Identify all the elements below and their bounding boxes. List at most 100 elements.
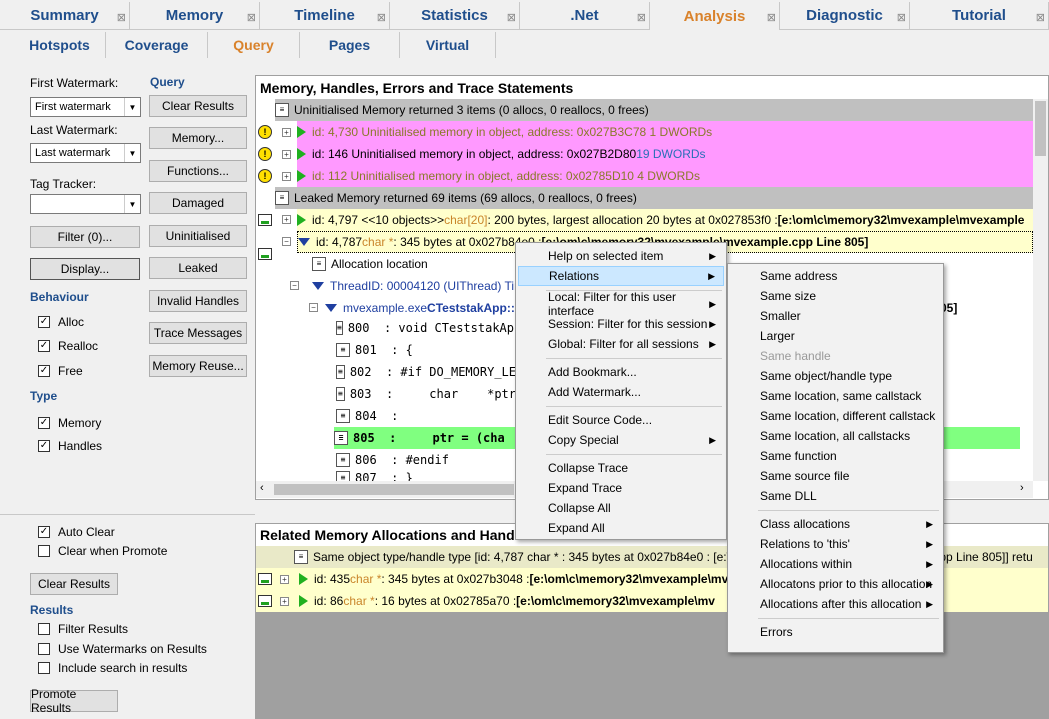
scroll-right-icon[interactable]: › <box>1020 482 1024 494</box>
expand-icon[interactable]: + <box>282 128 291 137</box>
menu-item-collapse-trace[interactable]: Collapse Trace <box>518 458 724 478</box>
code-line[interactable]: ≡ 801 : { <box>336 339 516 361</box>
code-line[interactable]: ≡ 804 : <box>336 405 516 427</box>
menu-item-expand-trace[interactable]: Expand Trace <box>518 478 724 498</box>
tab-dotnet[interactable]: .Net ⊠ <box>520 2 650 30</box>
auto-clear-checkbox[interactable]: ✓ Auto Clear <box>38 525 115 539</box>
menu-item-local-filter[interactable]: Local: Filter for this user interface ▶ <box>518 290 724 318</box>
collapse-icon[interactable]: − <box>290 281 299 290</box>
subtab-pages[interactable]: Pages <box>300 32 400 58</box>
close-icon[interactable]: ⊠ <box>637 11 646 24</box>
menu-item-same-size[interactable]: Same size <box>730 286 941 306</box>
menu-item-same-source-file[interactable]: Same source file <box>730 466 941 486</box>
uninit-group-header[interactable]: ≡ Uninitialised Memory returned 3 items (… <box>275 99 1033 121</box>
clear-when-promote-checkbox[interactable]: Clear when Promote <box>38 544 167 558</box>
trace-messages-query-button[interactable]: Trace Messages <box>149 322 247 344</box>
close-icon[interactable]: ⊠ <box>1036 11 1045 24</box>
memory-checkbox[interactable]: ✓ Memory <box>38 416 101 430</box>
scroll-left-icon[interactable]: ‹ <box>260 482 264 494</box>
table-row[interactable]: id: 146 Uninitialised memory in object, … <box>297 143 1033 165</box>
tab-memory[interactable]: Memory ⊠ <box>130 2 260 30</box>
menu-item-relations[interactable]: Relations ▶ <box>518 266 724 286</box>
expand-icon[interactable]: + <box>280 596 289 606</box>
close-icon[interactable]: ⊠ <box>507 11 516 24</box>
close-icon[interactable]: ⊠ <box>117 11 126 24</box>
handles-checkbox[interactable]: ✓ Handles <box>38 439 102 453</box>
code-line[interactable]: ≡ 800 : void CTeststakApp <box>336 317 516 339</box>
menu-item-add-bookmark[interactable]: Add Bookmark... <box>518 362 724 382</box>
menu-item-same-function[interactable]: Same function <box>730 446 941 466</box>
close-icon[interactable]: ⊠ <box>377 11 386 24</box>
collapse-icon[interactable]: − <box>282 237 291 246</box>
menu-item-same-address[interactable]: Same address <box>730 266 941 286</box>
tab-analysis[interactable]: Analysis ⊠ <box>650 2 780 30</box>
menu-item-same-location-different-callstack[interactable]: Same location, different callstack <box>730 406 941 426</box>
subtab-virtual[interactable]: Virtual <box>400 32 496 58</box>
vertical-scrollbar[interactable] <box>1033 99 1048 481</box>
table-row[interactable]: id: 4,797 <<10 objects>> char[20] : 200 … <box>297 209 1033 231</box>
leaked-query-button[interactable]: Leaked <box>149 257 247 279</box>
code-line[interactable]: ≡ 807 : } <box>336 471 516 481</box>
stack-frame[interactable]: mvexample.exe CTeststakApp::c <box>325 297 515 319</box>
menu-item-collapse-all[interactable]: Collapse All <box>518 498 724 518</box>
menu-item-add-watermark[interactable]: Add Watermark... <box>518 382 724 402</box>
functions-query-button[interactable]: Functions... <box>149 160 247 182</box>
memory-reuse-query-button[interactable]: Memory Reuse... <box>149 355 247 377</box>
allocation-location[interactable]: ≡ Allocation location <box>312 253 512 275</box>
expand-icon[interactable]: + <box>282 172 291 181</box>
menu-item-help[interactable]: Help on selected item ▶ <box>518 246 724 266</box>
code-line[interactable]: ≡ 802 : #if DO_MEMORY_LE <box>336 361 516 383</box>
close-icon[interactable]: ⊠ <box>247 11 256 24</box>
tab-diagnostic[interactable]: Diagnostic ⊠ <box>780 2 910 30</box>
include-search-checkbox[interactable]: Include search in results <box>38 661 187 675</box>
subtab-hotspots[interactable]: Hotspots <box>14 32 106 58</box>
clear-results-query-button[interactable]: Clear Results <box>149 95 247 117</box>
menu-item-same-location-same-callstack[interactable]: Same location, same callstack <box>730 386 941 406</box>
menu-item-global-filter[interactable]: Global: Filter for all sessions ▶ <box>518 334 724 354</box>
menu-item-edit-source[interactable]: Edit Source Code... <box>518 410 724 430</box>
scroll-thumb[interactable] <box>1035 101 1046 156</box>
close-icon[interactable]: ⊠ <box>897 11 906 24</box>
menu-item-copy-special[interactable]: Copy Special ▶ <box>518 430 724 450</box>
menu-item-relations-to-this[interactable]: Relations to 'this' ▶ <box>730 534 941 554</box>
subtab-query[interactable]: Query <box>208 32 300 58</box>
menu-item-allocations-within[interactable]: Allocations within ▶ <box>730 554 941 574</box>
menu-item-smaller[interactable]: Smaller <box>730 306 941 326</box>
leak-group-header[interactable]: ≡ Leaked Memory returned 69 items (69 all… <box>275 187 1033 209</box>
menu-item-errors[interactable]: Errors <box>730 622 941 642</box>
menu-item-allocations-after[interactable]: Allocations after this allocation ▶ <box>730 594 941 614</box>
subtab-coverage[interactable]: Coverage <box>106 32 208 58</box>
code-line[interactable]: ≡ 803 : char *ptr <box>336 383 516 405</box>
table-row[interactable]: id: 112 Uninitialised memory in object, … <box>297 165 1033 187</box>
menu-item-session-filter[interactable]: Session: Filter for this session ▶ <box>518 314 724 334</box>
last-watermark-select[interactable]: Last watermark ▼ <box>30 143 141 163</box>
use-watermarks-checkbox[interactable]: Use Watermarks on Results <box>38 642 207 656</box>
first-watermark-select[interactable]: First watermark ▼ <box>30 97 141 117</box>
memory-query-button[interactable]: Memory... <box>149 127 247 149</box>
code-line[interactable]: ≡ 806 : #endif <box>336 449 516 471</box>
realloc-checkbox[interactable]: ✓ Realloc <box>38 339 98 353</box>
collapse-icon[interactable]: − <box>309 303 318 312</box>
menu-item-same-dll[interactable]: Same DLL <box>730 486 941 506</box>
expand-icon[interactable]: + <box>282 215 291 224</box>
menu-item-allocations-prior[interactable]: Allocatons prior to this allocation ▶ <box>730 574 941 594</box>
menu-item-same-type[interactable]: Same object/handle type <box>730 366 941 386</box>
tab-statistics[interactable]: Statistics ⊠ <box>390 2 520 30</box>
menu-item-same-location-all-callstacks[interactable]: Same location, all callstacks <box>730 426 941 446</box>
menu-item-expand-all[interactable]: Expand All <box>518 518 724 538</box>
promote-results-button[interactable]: Promote Results <box>30 687 118 715</box>
free-checkbox[interactable]: ✓ Free <box>38 364 83 378</box>
expand-icon[interactable]: + <box>280 574 289 584</box>
damaged-query-button[interactable]: Damaged <box>149 192 247 214</box>
tag-tracker-select[interactable]: ▼ <box>30 194 141 214</box>
thread-node[interactable]: ThreadID: 00004120 (UIThread) Tim <box>312 275 515 297</box>
invalid-handles-query-button[interactable]: Invalid Handles <box>149 290 247 312</box>
filter-button[interactable]: Filter (0)... <box>30 226 140 248</box>
menu-item-larger[interactable]: Larger <box>730 326 941 346</box>
uninitialised-query-button[interactable]: Uninitialised <box>149 225 247 247</box>
scroll-thumb[interactable] <box>274 484 514 495</box>
clear-results-button[interactable]: Clear Results <box>30 573 118 595</box>
close-icon[interactable]: ⊠ <box>767 11 776 24</box>
display-button[interactable]: Display... <box>30 258 140 280</box>
filter-results-checkbox[interactable]: Filter Results <box>38 622 128 636</box>
